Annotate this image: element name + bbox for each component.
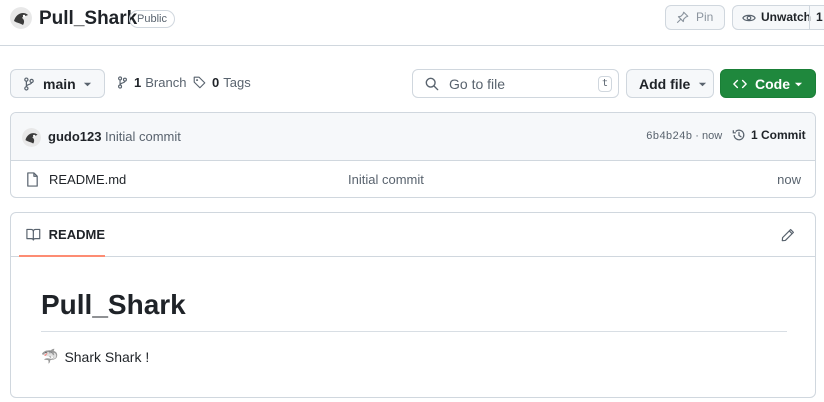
tag-icon: [193, 76, 206, 89]
heading-divider: [41, 331, 787, 332]
branches-link[interactable]: 1 Branch: [117, 75, 186, 90]
eye-icon: [742, 14, 756, 21]
commits-count-label: 1 Commit: [751, 128, 806, 142]
commit-message-link[interactable]: Initial commit: [105, 129, 181, 144]
readme-tab-label: README: [48, 226, 105, 242]
repo-name-link[interactable]: Pull_Shark: [39, 7, 137, 31]
tags-link[interactable]: 0 Tags: [193, 75, 251, 90]
pin-label: Pin: [696, 10, 714, 24]
branch-select-button[interactable]: main: [10, 69, 105, 98]
file-name-link[interactable]: README.md: [49, 172, 126, 187]
go-to-file-input[interactable]: Go to file t: [412, 69, 619, 98]
watch-count[interactable]: 1: [809, 6, 823, 29]
readme-panel: README Pull_Shark 🦈 Shark Shark !: [10, 212, 816, 398]
file-commit-message[interactable]: Initial commit: [348, 172, 424, 187]
search-shortcut-key: t: [598, 76, 612, 92]
readme-body-text: Shark Shark !: [64, 349, 150, 365]
search-placeholder: Go to file: [449, 75, 506, 92]
readme-paragraph: 🦈 Shark Shark !: [41, 349, 149, 365]
add-file-label: Add file: [639, 75, 691, 92]
commits-history-link[interactable]: 1 Commit: [732, 128, 806, 142]
book-icon: [26, 228, 41, 241]
shark-emoji: 🦈: [41, 349, 59, 365]
unwatch-button[interactable]: Unwatch 1: [732, 5, 824, 30]
add-file-button[interactable]: Add file: [626, 69, 714, 98]
tags-label: Tags: [223, 75, 251, 90]
unwatch-label: Unwatch: [761, 10, 812, 24]
code-button[interactable]: Code: [720, 69, 816, 98]
search-icon: [425, 77, 439, 90]
file-commit-time: now: [777, 172, 801, 187]
branches-count: 1: [134, 75, 142, 90]
visibility-badge: Public: [129, 10, 175, 28]
triangle-down-icon: [794, 82, 803, 87]
code-label: Code: [755, 75, 790, 92]
commit-time: now: [702, 130, 723, 142]
commit-sha[interactable]: 6b4b24b: [646, 131, 692, 143]
file-row[interactable]: README.md Initial commit now: [11, 162, 815, 197]
pin-button[interactable]: Pin: [665, 5, 725, 30]
readme-header: README: [11, 213, 815, 257]
branch-icon: [118, 76, 127, 89]
commit-author-link[interactable]: gudo123: [48, 129, 101, 144]
pencil-icon[interactable]: [781, 228, 795, 242]
file-icon: [27, 172, 38, 187]
commit-sha-time[interactable]: 6b4b24b · now: [646, 130, 722, 143]
tab-readme[interactable]: README: [19, 213, 105, 257]
triangle-down-icon: [698, 82, 707, 87]
tags-count: 0: [212, 75, 220, 90]
branch-name: main: [43, 75, 76, 92]
history-icon: [732, 129, 745, 141]
file-browser: gudo123 Initial commit 6b4b24b · now 1 C…: [10, 112, 816, 198]
owner-avatar[interactable]: [10, 7, 32, 29]
latest-commit-bar: gudo123 Initial commit 6b4b24b · now 1 C…: [11, 113, 815, 161]
author-avatar[interactable]: [22, 128, 41, 147]
code-icon: [733, 79, 747, 88]
repo-header: Pull_Shark Public Pin Unwatch 1: [0, 0, 824, 46]
branches-label: Branch: [145, 75, 187, 90]
branch-icon: [24, 76, 34, 91]
readme-heading: Pull_Shark: [41, 289, 186, 320]
triangle-down-icon: [83, 82, 92, 87]
pin-icon: [676, 11, 689, 24]
